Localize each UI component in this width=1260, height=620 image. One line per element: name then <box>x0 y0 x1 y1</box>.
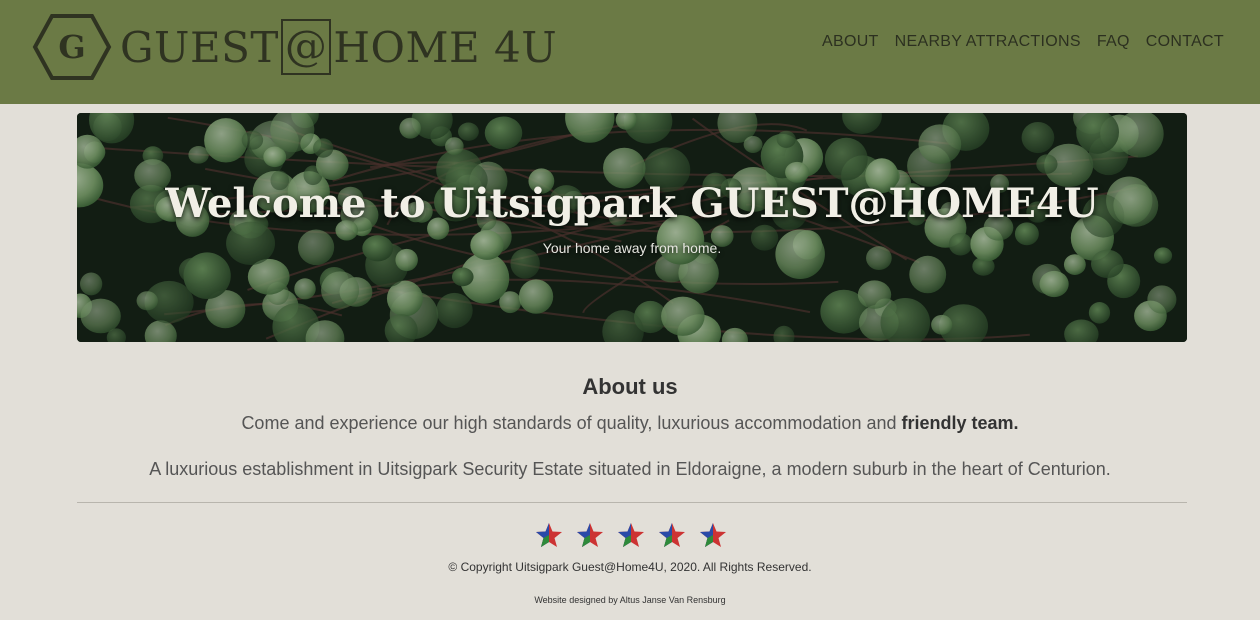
star-rating <box>535 522 727 548</box>
star-icon <box>536 523 562 547</box>
copyright-text: © Copyright Uitsigpark Guest@Home4U, 202… <box>448 560 812 574</box>
site-logo[interactable]: G GUEST @ HOME 4U <box>32 12 557 82</box>
site-header: G GUEST @ HOME 4U ABOUT NEARBY ATTRACTIO… <box>0 0 1260 104</box>
nav-about[interactable]: ABOUT <box>822 33 879 51</box>
about-paragraph-2: A luxurious establishment in Uitsigpark … <box>149 459 1111 479</box>
main-nav: ABOUT NEARBY ATTRACTIONS FAQ CONTACT <box>822 33 1224 51</box>
about-heading: About us <box>582 374 678 399</box>
logo-letter: G <box>58 28 85 66</box>
nav-faq[interactable]: FAQ <box>1097 33 1130 51</box>
logo-wordmark: GUEST @ HOME 4U <box>120 19 557 75</box>
about-paragraph-1: Come and experience our high standards o… <box>0 413 1260 434</box>
star-icon <box>659 523 685 547</box>
nav-contact[interactable]: CONTACT <box>1146 33 1224 51</box>
logo-at-symbol: @ <box>280 19 332 75</box>
hexagon-logo-icon: G <box>32 14 112 80</box>
hero-subtitle: Your home away from home. <box>542 240 722 256</box>
leaves-background-image <box>77 113 1187 342</box>
star-icon <box>577 523 603 547</box>
designer-credit: Website designed by Altus Janse Van Rens… <box>534 595 726 605</box>
logo-text-home: HOME 4U <box>333 22 558 72</box>
logo-text-guest: GUEST <box>120 22 279 72</box>
star-icon <box>700 523 726 547</box>
hero-banner <box>77 113 1187 342</box>
hero-title: Welcome to Uitsigpark GUEST@HOME4U <box>165 180 1099 227</box>
about-p1-text: Come and experience our high standards o… <box>241 413 897 433</box>
about-p1-bold: friendly team. <box>901 413 1019 433</box>
nav-nearby-attractions[interactable]: NEARBY ATTRACTIONS <box>895 33 1081 51</box>
star-icon <box>618 523 644 547</box>
footer-divider <box>77 502 1187 503</box>
